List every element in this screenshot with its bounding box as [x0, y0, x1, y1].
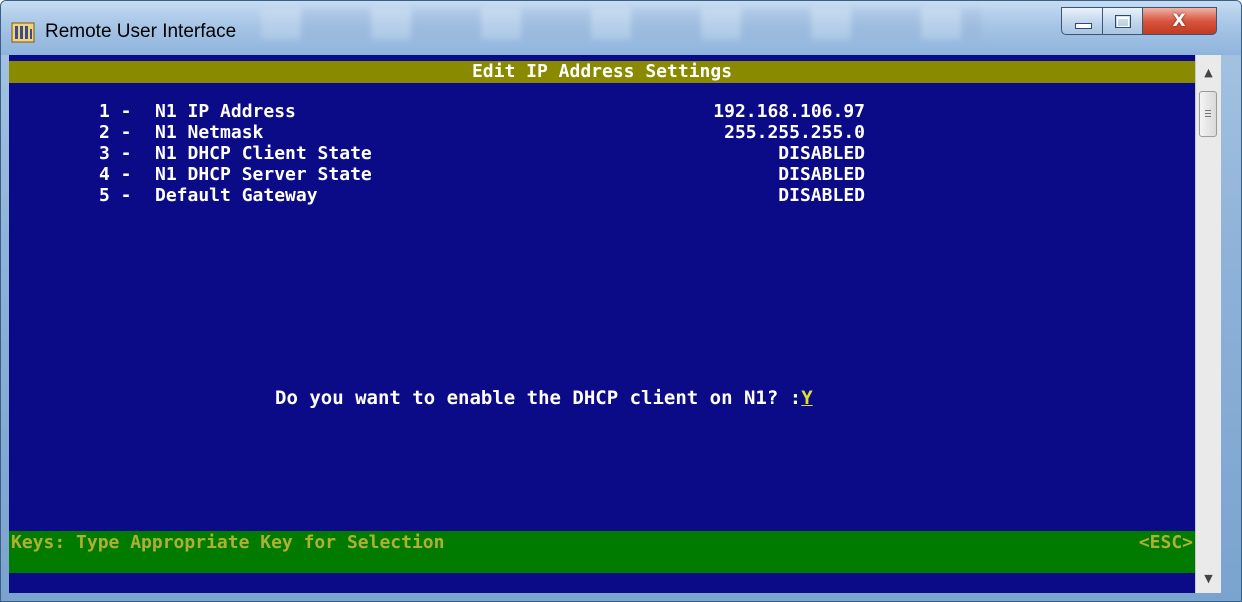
setting-key: 1 - [99, 101, 132, 122]
scroll-thumb[interactable] [1199, 91, 1217, 137]
window-title: Remote User Interface [45, 21, 237, 42]
prompt-text: Do you want to enable the DHCP client on… [275, 387, 802, 409]
setting-label: Default Gateway [155, 185, 318, 206]
scroll-up-icon[interactable]: ▲ [1196, 61, 1221, 83]
minimize-icon [1075, 23, 1092, 29]
setting-label: N1 Netmask [155, 122, 264, 143]
setting-key: 4 - [99, 164, 132, 185]
grip-line [1205, 116, 1211, 117]
setting-value: DISABLED [778, 164, 865, 185]
maximize-button[interactable] [1103, 7, 1143, 35]
esc-key-hint[interactable]: <ESC> [1139, 532, 1193, 554]
setting-value: DISABLED [778, 143, 865, 164]
setting-value: 192.168.106.97 [713, 101, 865, 122]
terminal-screen[interactable]: Edit IP Address Settings 1 - N1 IP Addre… [9, 55, 1195, 593]
scroll-down-icon[interactable]: ▼ [1196, 567, 1221, 589]
screen-title: Edit IP Address Settings [471, 61, 733, 82]
footer-keys-bar: Keys: Type Appropriate Key for Selection… [9, 531, 1195, 573]
vertical-scrollbar[interactable]: ▲ ▼ [1195, 55, 1221, 593]
prompt-answer-input[interactable]: Y [801, 387, 812, 409]
setting-key: 3 - [99, 143, 132, 164]
grip-line [1205, 113, 1211, 114]
setting-row-netmask[interactable]: 2 - N1 Netmask 255.255.255.0 [9, 122, 1195, 143]
close-icon: X [1172, 11, 1186, 31]
footer-keys-hint: Keys: Type Appropriate Key for Selection [11, 532, 445, 553]
setting-key: 5 - [99, 185, 132, 206]
minimize-button[interactable] [1061, 7, 1103, 35]
setting-label: N1 IP Address [155, 101, 296, 122]
header-bar: Edit IP Address Settings [9, 61, 1195, 83]
title-bar[interactable]: Remote User Interface X [1, 1, 1241, 55]
setting-label: N1 DHCP Server State [155, 164, 372, 185]
client-area: Edit IP Address Settings 1 - N1 IP Addre… [9, 55, 1221, 593]
building-icon [11, 22, 35, 43]
maximize-icon [1115, 15, 1131, 28]
setting-row-dhcp-client[interactable]: 3 - N1 DHCP Client State DISABLED [9, 143, 1195, 164]
close-button[interactable]: X [1143, 7, 1217, 35]
setting-value: DISABLED [778, 185, 865, 206]
dhcp-prompt: Do you want to enable the DHCP client on… [275, 387, 813, 409]
setting-row-dhcp-server[interactable]: 4 - N1 DHCP Server State DISABLED [9, 164, 1195, 185]
setting-label: N1 DHCP Client State [155, 143, 372, 164]
setting-row-ip-address[interactable]: 1 - N1 IP Address 192.168.106.97 [9, 101, 1195, 122]
setting-key: 2 - [99, 122, 132, 143]
setting-value: 255.255.255.0 [724, 122, 865, 143]
setting-row-default-gateway[interactable]: 5 - Default Gateway DISABLED [9, 185, 1195, 206]
app-window: Remote User Interface X Edit IP Address … [0, 0, 1242, 602]
grip-line [1205, 110, 1211, 111]
